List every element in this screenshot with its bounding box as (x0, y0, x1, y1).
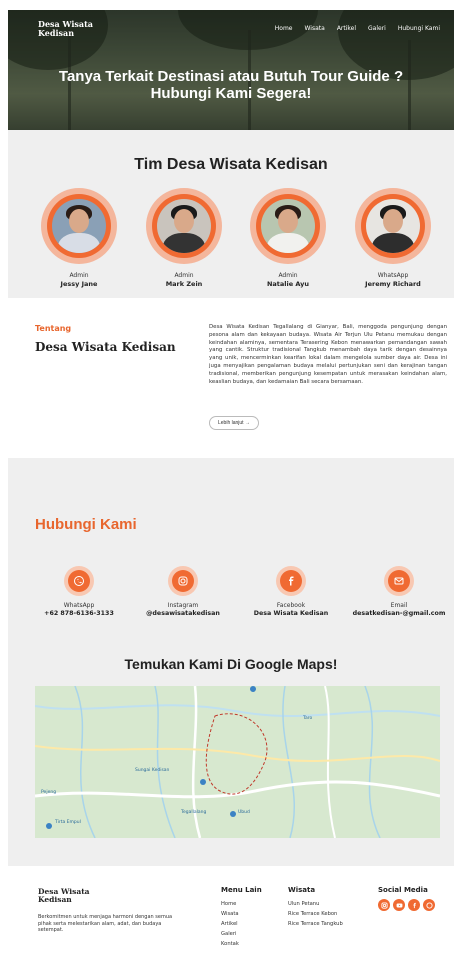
contact-value: @desawisatakedisan (146, 610, 220, 617)
hero-title: Tanya Terkait Destinasi atau Butuh Tour … (58, 68, 404, 102)
about-section: Tentang Desa Wisata Kedisan Desa Wisata … (8, 298, 454, 458)
footer-social: Social Media (378, 886, 435, 911)
footer-wisata: Wisata Ulun Petanu Rice Terrace Kebon Ri… (288, 886, 343, 929)
member-name: Jeremy Richard (365, 280, 421, 288)
map-label: Taro (303, 716, 313, 721)
contact-section: Hubungi Kami WhatsApp +62 878-6136-3133 … (8, 458, 454, 866)
team-member-card: Admin Jessy Jane (39, 188, 119, 288)
instagram-icon (172, 570, 194, 592)
whatsapp-icon (68, 570, 90, 592)
footer-tagline: Berkomitmen untuk menjaga harmoni dengan… (38, 914, 173, 934)
member-name: Natalie Ayu (266, 280, 310, 288)
footer-link-galeri[interactable]: Galeri (221, 929, 262, 939)
nav-home[interactable]: Home (275, 25, 293, 32)
footer-link-ulun-petanu[interactable]: Ulun Petanu (288, 899, 343, 909)
contact-facebook[interactable]: Facebook Desa Wisata Kedisan (236, 566, 346, 618)
about-description: Desa Wisata Kedisan Tegallalang di Giany… (209, 324, 447, 385)
member-role: Admin (174, 272, 194, 279)
footer-link-kontak[interactable]: Kontak (221, 939, 262, 949)
contact-value: desatkedisan-@gmail.com (352, 610, 446, 617)
main-nav: Home Wisata Artikel Galeri Hubungi Kami (275, 25, 440, 32)
about-tag: Tentang (35, 324, 72, 333)
footer-social-title: Social Media (378, 886, 428, 894)
map-label: Tirta Empul (55, 820, 81, 825)
map-label: Ubud (238, 810, 250, 815)
map-label: Pejeng (41, 790, 57, 795)
facebook-icon (280, 570, 302, 592)
contact-label: WhatsApp (63, 602, 95, 609)
whatsapp-icon[interactable] (423, 899, 435, 911)
team-section: Tim Desa Wisata Kedisan Admin Jessy Jane… (8, 130, 454, 298)
contact-email[interactable]: Email desatkedisan-@gmail.com (344, 566, 454, 618)
google-map[interactable]: Pejeng Tirta Empul Tegallalang Sungai Ke… (35, 686, 440, 838)
team-member-card: Admin Mark Zein (144, 188, 224, 288)
footer-link-rice-terrace-kebon[interactable]: Rice Terrace Kebon (288, 909, 343, 919)
mail-icon (388, 570, 410, 592)
footer-link-rice-terrace-tangkub[interactable]: Rice Terrace Tangkub (288, 919, 343, 929)
about-title: Desa Wisata Kedisan (35, 340, 176, 354)
footer: Desa Wisata Kedisan Berkomitmen untuk me… (8, 866, 454, 965)
map-label: Sungai Kedisan (135, 768, 170, 773)
contact-instagram[interactable]: Instagram @desawisatakedisan (128, 566, 238, 618)
team-member-card: WhatsApp Jeremy Richard (353, 188, 433, 288)
footer-menu-title: Menu Lain (221, 886, 262, 894)
member-role: Admin (278, 272, 298, 279)
contact-label: Facebook (276, 602, 306, 609)
footer-menu: Menu Lain Home Wisata Artikel Galeri Kon… (221, 886, 262, 949)
avatar (355, 188, 431, 264)
youtube-icon[interactable] (393, 899, 405, 911)
member-role: Admin (69, 272, 89, 279)
site-logo[interactable]: Desa Wisata Kedisan (38, 20, 108, 38)
member-role: WhatsApp (377, 272, 409, 279)
social-icons (378, 899, 435, 911)
map-drawing (35, 686, 440, 838)
facebook-icon[interactable] (408, 899, 420, 911)
contact-whatsapp[interactable]: WhatsApp +62 878-6136-3133 (24, 566, 134, 618)
footer-link-wisata[interactable]: Wisata (221, 909, 262, 919)
member-name: Mark Zein (165, 280, 203, 288)
contact-title: Hubungi Kami (35, 516, 137, 533)
nav-artikel[interactable]: Artikel (337, 25, 356, 32)
hero-banner: Desa Wisata Kedisan Home Wisata Artikel … (8, 10, 454, 130)
map-title: Temukan Kami Di Google Maps! (124, 656, 338, 672)
nav-hubungi-kami[interactable]: Hubungi Kami (398, 25, 440, 32)
contact-label: Email (390, 602, 408, 609)
contact-value: Desa Wisata Kedisan (253, 610, 329, 617)
read-more-button[interactable]: Lebih lanjut → (209, 416, 259, 430)
map-label: Tegallalang (181, 810, 207, 815)
avatar (146, 188, 222, 264)
avatar (250, 188, 326, 264)
footer-wisata-title: Wisata (288, 886, 316, 894)
instagram-icon[interactable] (378, 899, 390, 911)
contact-label: Instagram (167, 602, 199, 609)
footer-link-artikel[interactable]: Artikel (221, 919, 262, 929)
team-member-card: Admin Natalie Ayu (248, 188, 328, 288)
member-name: Jessy Jane (60, 280, 98, 288)
footer-logo[interactable]: Desa Wisata Kedisan (38, 888, 118, 904)
nav-galeri[interactable]: Galeri (368, 25, 386, 32)
team-title: Tim Desa Wisata Kedisan (134, 156, 328, 173)
footer-link-home[interactable]: Home (221, 899, 262, 909)
avatar (41, 188, 117, 264)
contact-value: +62 878-6136-3133 (44, 610, 114, 617)
nav-wisata[interactable]: Wisata (305, 25, 325, 32)
